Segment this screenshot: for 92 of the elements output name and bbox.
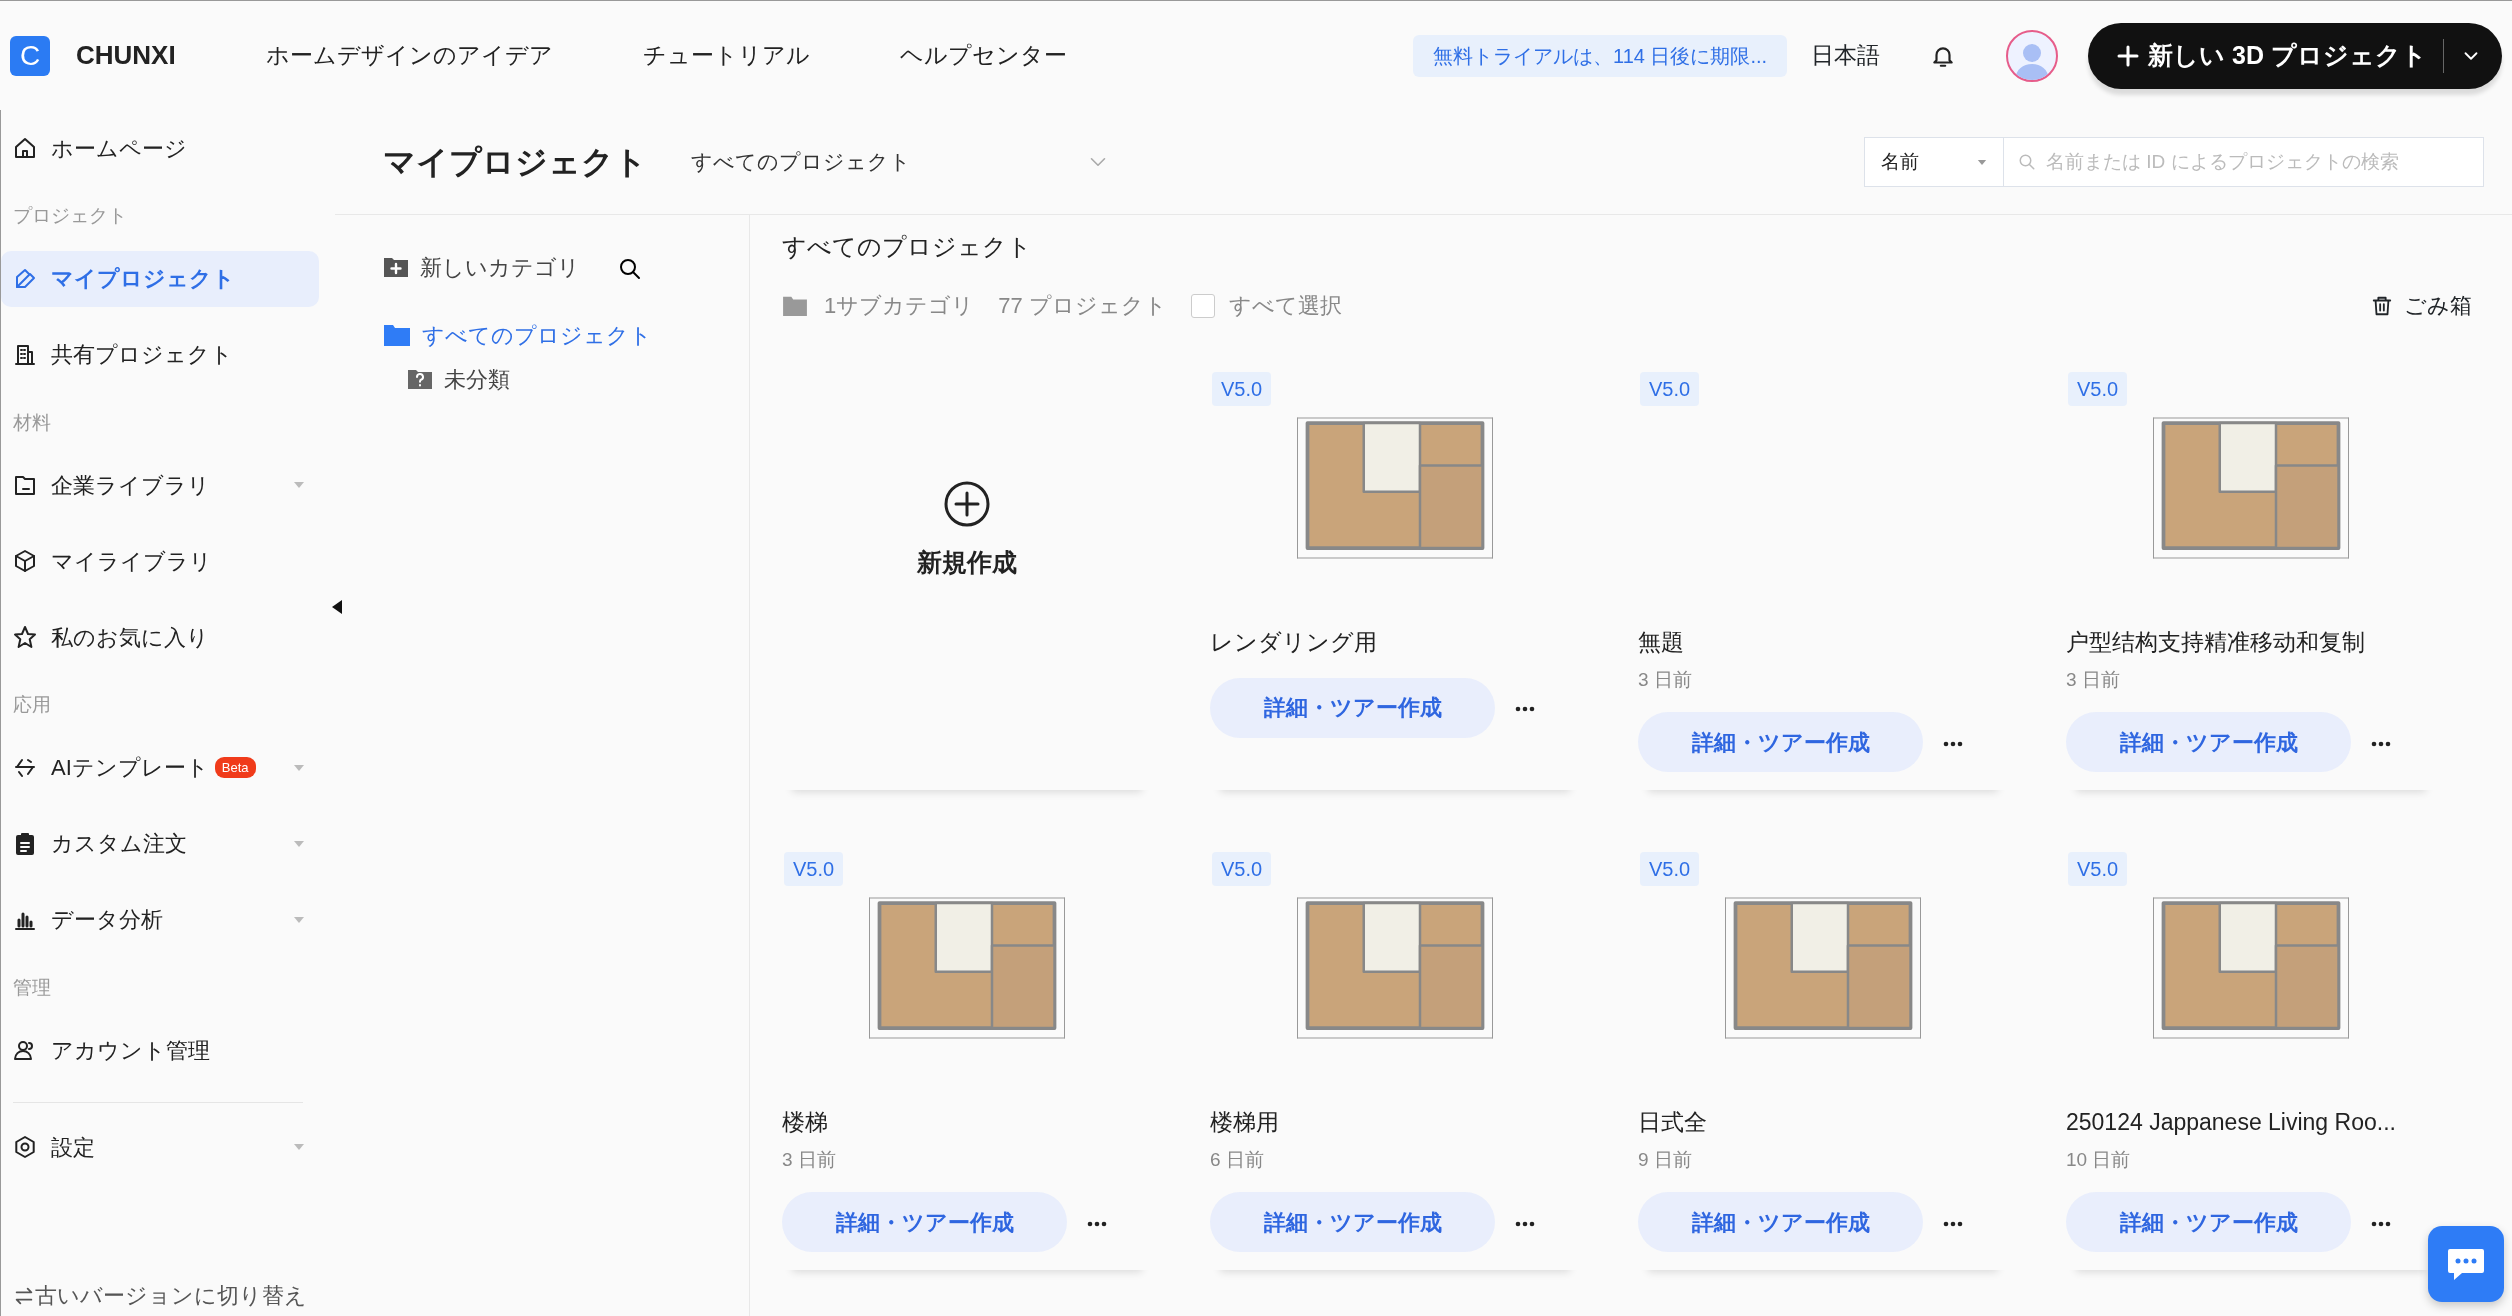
ellipsis-icon bbox=[1943, 1220, 1963, 1227]
version-tag: V5.0 bbox=[1640, 372, 1700, 406]
project-date: 3 日前 bbox=[1638, 667, 1693, 692]
project-title: 日式全 bbox=[1638, 1108, 1708, 1137]
trash-icon bbox=[2371, 294, 2393, 317]
nav-link[interactable]: ホームデザインのアイデア bbox=[265, 38, 553, 73]
sidebar-item[interactable]: マイプロジェクト bbox=[1, 250, 319, 307]
ellipsis-icon bbox=[1515, 706, 1535, 713]
trial-notice: 無料トライアルは、114 日後に期限... bbox=[1413, 34, 1788, 77]
page-title: マイプロジェクト bbox=[383, 142, 647, 182]
search-input[interactable]: 名前または ID によるプロジェクトの検索 bbox=[2044, 146, 2469, 178]
sidebar-item[interactable]: マイライブラリ bbox=[1, 533, 319, 589]
version-tag: V5.0 bbox=[784, 852, 844, 886]
details-tour-button[interactable]: 詳細・ツアー作成 bbox=[2066, 712, 2351, 772]
section-heading: 管理 bbox=[12, 975, 52, 1000]
search-icon bbox=[618, 256, 642, 281]
section-heading: 応用 bbox=[12, 693, 52, 717]
sidebar-item[interactable]: カスタム注文 bbox=[1, 815, 319, 872]
chat-icon bbox=[2446, 1246, 2486, 1283]
beta-tag: Beta bbox=[214, 756, 256, 779]
project-date: 3 日前 bbox=[782, 1147, 837, 1172]
details-tour-button[interactable]: 詳細・ツアー作成 bbox=[2066, 1192, 2351, 1252]
new-project-tile[interactable]: 新規作成 bbox=[782, 360, 1152, 790]
ellipsis-icon bbox=[1515, 1220, 1535, 1227]
details-tour-button[interactable]: 詳細・ツアー作成 bbox=[1638, 1192, 1923, 1252]
project-title: 楼梯 bbox=[782, 1108, 829, 1137]
building-icon bbox=[13, 342, 37, 367]
sidebar-item[interactable]: データ分析 bbox=[1, 891, 319, 948]
sidebar-item[interactable]: 私のお気に入り bbox=[1, 609, 319, 665]
project-title: 250124 Jappanese Living Roo... bbox=[2066, 1108, 2397, 1137]
plus-circle-icon bbox=[943, 479, 991, 528]
details-tour-button[interactable]: 詳細・ツアー作成 bbox=[782, 1192, 1067, 1252]
project-date: 6 日前 bbox=[1210, 1147, 1265, 1172]
ellipsis-icon bbox=[2371, 740, 2391, 747]
gear-icon bbox=[13, 1135, 37, 1159]
logo: C bbox=[10, 35, 50, 76]
category-item[interactable]: すべてのプロジェクト bbox=[383, 313, 749, 357]
details-tour-button[interactable]: 詳細・ツアー作成 bbox=[1210, 1192, 1495, 1252]
project-title: 户型结构支持精准移动和复制 bbox=[2066, 628, 2366, 657]
project-title: 楼梯用 bbox=[1210, 1108, 1280, 1137]
chat-button[interactable] bbox=[2428, 1226, 2504, 1302]
sidebar-item[interactable]: 企業ライブラリ bbox=[1, 457, 319, 513]
switch-version-link[interactable]: 古いバージョンに切り替え bbox=[1, 1279, 335, 1312]
section-heading: プロジェクト bbox=[12, 204, 128, 228]
project-date: 9 日前 bbox=[1638, 1147, 1693, 1172]
sidebar-item[interactable]: アカウント管理 bbox=[1, 1022, 319, 1078]
sidebar-item[interactable]: ホームページ bbox=[1, 120, 319, 176]
version-tag: V5.0 bbox=[1640, 852, 1700, 886]
project-title: レンダリング用 bbox=[1210, 628, 1378, 657]
ellipsis-icon bbox=[1087, 1220, 1107, 1227]
nav-link[interactable]: チュートリアル bbox=[642, 38, 810, 73]
caret-icon bbox=[1977, 158, 1987, 166]
search-field[interactable]: 名前または ID によるプロジェクトの検索 bbox=[2004, 137, 2484, 187]
details-tour-button[interactable]: 詳細・ツアー作成 bbox=[1638, 712, 1923, 772]
filter-dropdown[interactable]: すべてのプロジェクト bbox=[691, 146, 1111, 178]
trash-button[interactable]: ごみ箱 bbox=[2371, 289, 2472, 322]
new-project-button[interactable]: 新しい 3D プロジェクト bbox=[2088, 22, 2502, 89]
version-tag: V5.0 bbox=[2068, 852, 2128, 886]
version-tag: V5.0 bbox=[1212, 852, 1272, 886]
home-icon bbox=[13, 136, 37, 160]
project-date: 10 日前 bbox=[2066, 1147, 2132, 1172]
star-icon bbox=[13, 625, 37, 649]
question-folder-icon bbox=[407, 367, 433, 391]
project-count: 77 プロジェクト bbox=[998, 292, 1167, 320]
subcategory-count: 1サブカテゴリ bbox=[824, 292, 975, 320]
ellipsis-icon bbox=[2371, 1220, 2391, 1227]
sidebar-item[interactable]: 設定 bbox=[1, 1119, 319, 1175]
clipboard-icon bbox=[13, 831, 37, 856]
triangle-left-icon bbox=[331, 599, 343, 616]
plus-icon bbox=[2116, 43, 2141, 68]
brand-name: CHUNXI bbox=[76, 39, 176, 72]
project-title: 無題 bbox=[1638, 628, 1685, 657]
folder-icon bbox=[13, 473, 37, 497]
search-icon bbox=[2018, 153, 2036, 171]
nav-link[interactable]: ヘルプセンター bbox=[899, 38, 1067, 73]
project-date: 3 日前 bbox=[2066, 667, 2121, 692]
version-tag: V5.0 bbox=[2068, 372, 2128, 406]
section-heading: 材料 bbox=[12, 410, 52, 435]
folder-icon bbox=[782, 294, 808, 317]
sidebar-item[interactable]: 共有プロジェクト bbox=[1, 326, 319, 383]
folder-icon bbox=[383, 323, 411, 347]
folder-plus-icon bbox=[383, 255, 409, 279]
section-title: すべてのプロジェクト bbox=[782, 232, 1033, 262]
details-tour-button[interactable]: 詳細・ツアー作成 bbox=[1210, 677, 1495, 738]
new-category-button[interactable]: 新しいカテゴリ bbox=[383, 245, 580, 289]
cube-icon bbox=[13, 549, 37, 573]
sort-dropdown[interactable]: 名前 bbox=[1864, 137, 2004, 187]
sidebar-item[interactable]: AIテンプレート Beta bbox=[1, 739, 319, 796]
version-tag: V5.0 bbox=[1212, 372, 1272, 406]
language-link[interactable]: 日本語 bbox=[1811, 38, 1881, 73]
ellipsis-icon bbox=[1943, 740, 1963, 747]
category-item[interactable]: 未分類 bbox=[383, 357, 749, 401]
